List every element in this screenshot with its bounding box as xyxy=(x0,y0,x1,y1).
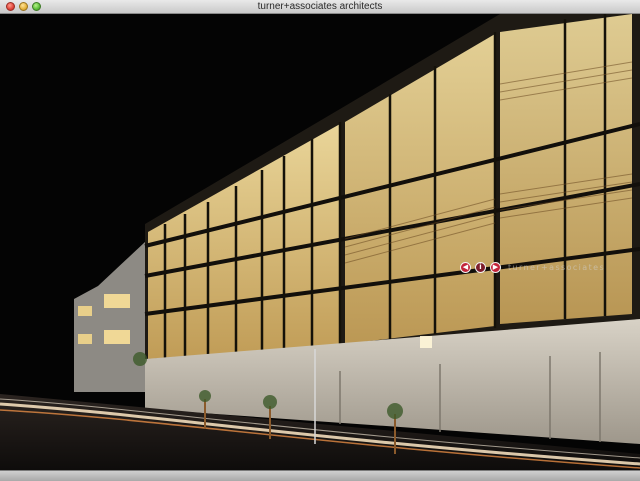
title-bar[interactable]: turner+associates architects xyxy=(0,0,640,14)
info-icon[interactable]: i xyxy=(475,261,486,273)
back-arrow-icon[interactable]: ◀ xyxy=(460,261,471,273)
gallery-navigation: ◀ i ▶ turner+associates xyxy=(460,261,605,273)
app-window: turner+associates architects ◀ i ▶ turne… xyxy=(0,0,640,481)
status-bar xyxy=(0,470,640,481)
brand-watermark: turner+associates xyxy=(508,262,606,272)
window-title: turner+associates architects xyxy=(257,1,383,12)
forward-arrow-icon[interactable]: ▶ xyxy=(490,261,501,273)
building-photo xyxy=(0,14,640,470)
photo-viewer: ◀ i ▶ turner+associates xyxy=(0,14,640,470)
